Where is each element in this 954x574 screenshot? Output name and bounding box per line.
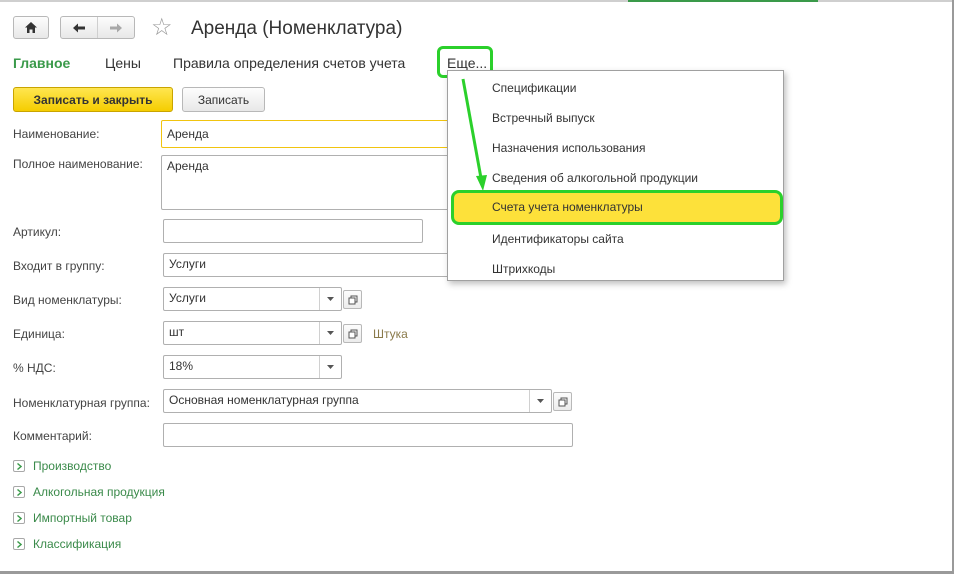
unit-label: Единица: [13, 327, 65, 341]
chevron-right-icon [16, 540, 22, 548]
group-classification[interactable]: Классификация [13, 537, 121, 551]
vat-select[interactable]: 18% [163, 355, 342, 379]
nom-group-open-button[interactable] [553, 392, 572, 411]
name-value: Аренда [167, 127, 209, 141]
menu-item-barcodes[interactable]: Штрихкоды [492, 262, 555, 276]
name-input[interactable]: Аренда [161, 120, 451, 148]
menu-item-alcohol-info[interactable]: Сведения об алкогольной продукции [492, 171, 698, 185]
name-label: Наименование: [13, 127, 100, 141]
group-value: Услуги [169, 257, 206, 271]
navigation-group [60, 16, 135, 39]
chevron-down-icon [327, 331, 334, 335]
article-input[interactable] [163, 219, 423, 243]
group-classification-label: Классификация [33, 537, 122, 551]
group-alcohol[interactable]: Алкогольная продукция [13, 485, 165, 499]
full-name-value: Аренда [167, 159, 209, 173]
vat-value: 18% [169, 359, 194, 373]
group-import-label: Импортный товар [33, 511, 132, 525]
unit-open-button[interactable] [343, 324, 362, 343]
chevron-down-icon [537, 399, 544, 403]
comment-label: Комментарий: [13, 429, 92, 443]
arrow-left-icon [73, 23, 85, 32]
window-top-accent [628, 0, 818, 2]
kind-label: Вид номенклатуры: [13, 293, 122, 307]
menu-item-counter-release[interactable]: Встречный выпуск [492, 111, 595, 125]
kind-select[interactable]: Услуги [163, 287, 342, 311]
chevron-right-icon [16, 514, 22, 522]
group-production-label: Производство [33, 459, 112, 473]
open-window-icon [558, 397, 567, 406]
full-name-label: Полное наименование: [13, 157, 143, 171]
expand-icon[interactable] [13, 486, 25, 498]
chevron-right-icon [16, 462, 22, 470]
full-name-textarea[interactable]: Аренда [161, 155, 451, 210]
nom-group-value: Основная номенклатурная группа [169, 393, 359, 407]
tab-account-rules[interactable]: Правила определения счетов учета [173, 55, 405, 71]
back-button[interactable] [61, 17, 97, 38]
unit-value: шт [169, 325, 185, 339]
save-button[interactable]: Записать [182, 87, 265, 112]
more-dropdown-menu: Спецификации Встречный выпуск Назначения… [447, 70, 784, 281]
chevron-down-icon [327, 297, 334, 301]
nom-group-select[interactable]: Основная номенклатурная группа [163, 389, 552, 413]
expand-icon[interactable] [13, 460, 25, 472]
kind-open-button[interactable] [343, 290, 362, 309]
home-button[interactable] [13, 16, 49, 39]
tab-main[interactable]: Главное [13, 55, 70, 71]
kind-dropdown-button[interactable] [319, 288, 341, 310]
kind-value: Услуги [169, 291, 206, 305]
unit-hint: Штука [373, 327, 408, 341]
expand-icon[interactable] [13, 538, 25, 550]
chevron-right-icon [16, 488, 22, 496]
arrow-right-icon [110, 23, 122, 32]
save-and-close-button[interactable]: Записать и закрыть [13, 87, 173, 112]
menu-item-specifications[interactable]: Спецификации [492, 81, 576, 95]
unit-dropdown-button[interactable] [319, 322, 341, 344]
nom-group-dropdown-button[interactable] [529, 390, 551, 412]
group-alcohol-label: Алкогольная продукция [33, 485, 165, 499]
expand-icon[interactable] [13, 512, 25, 524]
group-input[interactable]: Услуги [163, 253, 453, 277]
vat-dropdown-button[interactable] [319, 356, 341, 378]
open-window-icon [348, 329, 357, 338]
chevron-down-icon [327, 365, 334, 369]
tab-prices[interactable]: Цены [105, 55, 141, 71]
home-icon [25, 22, 37, 33]
menu-item-accounts[interactable]: Счета учета номенклатуры [492, 200, 643, 214]
open-window-icon [348, 295, 357, 304]
menu-item-site-ids[interactable]: Идентификаторы сайта [492, 232, 624, 246]
unit-select[interactable]: шт [163, 321, 342, 345]
group-import[interactable]: Импортный товар [13, 511, 132, 525]
group-label: Входит в группу: [13, 259, 105, 273]
article-label: Артикул: [13, 225, 62, 239]
star-icon[interactable]: ☆ [151, 14, 173, 42]
comment-input[interactable] [163, 423, 573, 447]
menu-item-usage-purposes[interactable]: Назначения использования [492, 141, 645, 155]
vat-label: % НДС: [13, 361, 56, 375]
nom-group-label: Номенклатурная группа: [13, 396, 150, 410]
page-title: Аренда (Номенклатура) [191, 18, 403, 39]
group-production[interactable]: Производство [13, 459, 111, 473]
forward-button[interactable] [97, 17, 134, 38]
